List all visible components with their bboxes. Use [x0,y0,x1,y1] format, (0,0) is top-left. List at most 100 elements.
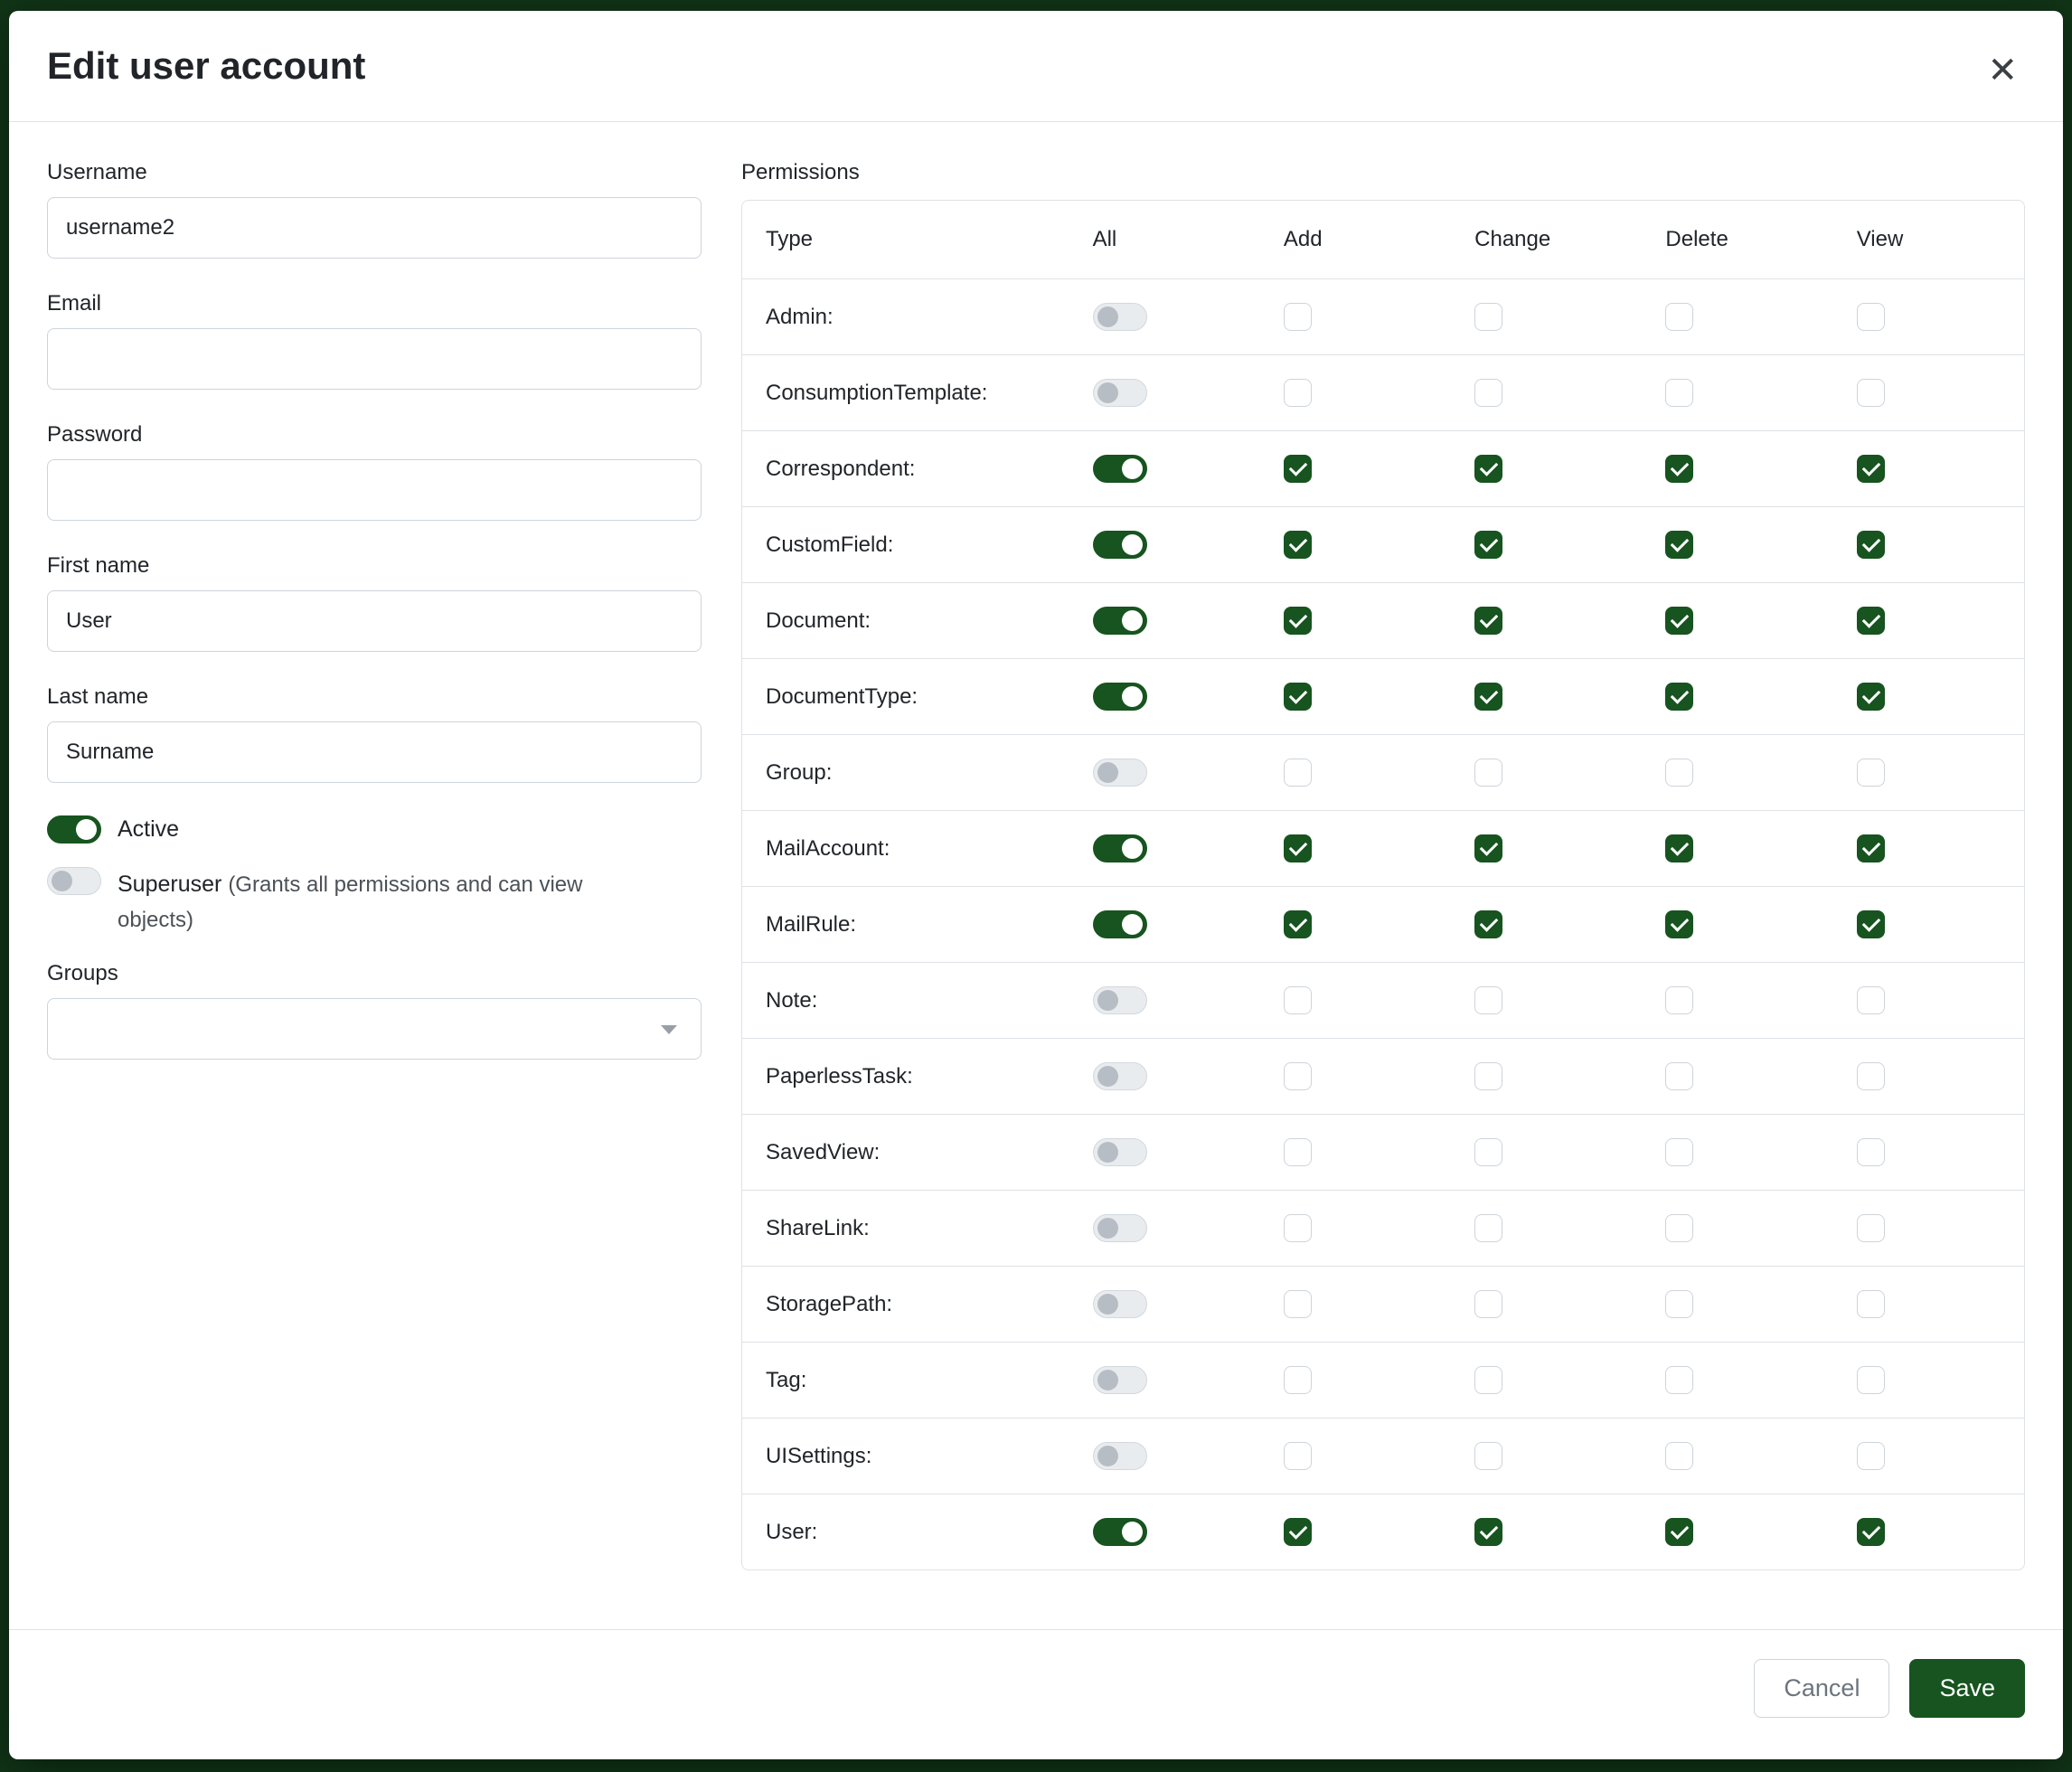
permission-all-toggle-mailrule[interactable] [1093,910,1147,938]
permission-add-checkbox-documenttype[interactable] [1284,683,1312,711]
permission-delete-checkbox-storagepath[interactable] [1665,1290,1693,1318]
password-input[interactable] [47,459,702,521]
permission-view-checkbox-user[interactable] [1857,1518,1885,1546]
permission-all-toggle-group[interactable] [1093,759,1147,787]
permission-change-checkbox-paperlesstask[interactable] [1474,1062,1502,1090]
superuser-toggle[interactable] [47,867,101,895]
permission-change-checkbox-note[interactable] [1474,986,1502,1014]
permission-add-checkbox-storagepath[interactable] [1284,1290,1312,1318]
close-icon[interactable] [1980,42,2025,90]
permission-delete-checkbox-consumptiontemplate[interactable] [1665,379,1693,407]
permission-view-checkbox-customfield[interactable] [1857,531,1885,559]
permission-add-checkbox-savedview[interactable] [1284,1138,1312,1166]
permission-delete-checkbox-note[interactable] [1665,986,1693,1014]
permission-delete-checkbox-group[interactable] [1665,759,1693,787]
permission-all-toggle-tag[interactable] [1093,1366,1147,1394]
permission-change-checkbox-savedview[interactable] [1474,1138,1502,1166]
permission-delete-checkbox-paperlesstask[interactable] [1665,1062,1693,1090]
permission-add-checkbox-tag[interactable] [1284,1366,1312,1394]
permission-view-checkbox-storagepath[interactable] [1857,1290,1885,1318]
permission-view-checkbox-correspondent[interactable] [1857,455,1885,483]
permission-delete-checkbox-documenttype[interactable] [1665,683,1693,711]
permission-all-toggle-savedview[interactable] [1093,1138,1147,1166]
permission-change-checkbox-storagepath[interactable] [1474,1290,1502,1318]
permission-delete-checkbox-admin[interactable] [1665,303,1693,331]
groups-select[interactable] [47,998,702,1060]
permission-type-label: DocumentType: [742,659,1069,735]
permission-view-checkbox-paperlesstask[interactable] [1857,1062,1885,1090]
permission-change-checkbox-mailrule[interactable] [1474,910,1502,938]
permission-view-checkbox-uisettings[interactable] [1857,1442,1885,1470]
permission-all-toggle-paperlesstask[interactable] [1093,1062,1147,1090]
permission-view-checkbox-tag[interactable] [1857,1366,1885,1394]
last-name-input[interactable] [47,721,702,783]
permission-add-checkbox-consumptiontemplate[interactable] [1284,379,1312,407]
permission-all-toggle-storagepath[interactable] [1093,1290,1147,1318]
permission-add-checkbox-user[interactable] [1284,1518,1312,1546]
permission-all-toggle-consumptiontemplate[interactable] [1093,379,1147,407]
permission-add-checkbox-sharelink[interactable] [1284,1214,1312,1242]
permission-add-checkbox-paperlesstask[interactable] [1284,1062,1312,1090]
permission-view-checkbox-note[interactable] [1857,986,1885,1014]
permission-change-checkbox-correspondent[interactable] [1474,455,1502,483]
permission-all-toggle-correspondent[interactable] [1093,455,1147,483]
permission-row-tag: Tag: [742,1343,2024,1419]
permission-change-checkbox-customfield[interactable] [1474,531,1502,559]
permission-change-checkbox-document[interactable] [1474,607,1502,635]
permission-add-checkbox-correspondent[interactable] [1284,455,1312,483]
permission-add-checkbox-mailaccount[interactable] [1284,834,1312,862]
permission-add-checkbox-mailrule[interactable] [1284,910,1312,938]
permission-delete-checkbox-uisettings[interactable] [1665,1442,1693,1470]
permission-delete-checkbox-savedview[interactable] [1665,1138,1693,1166]
permission-all-toggle-sharelink[interactable] [1093,1214,1147,1242]
email-input[interactable] [47,328,702,390]
permission-all-toggle-admin[interactable] [1093,303,1147,331]
permission-change-checkbox-group[interactable] [1474,759,1502,787]
permission-delete-checkbox-document[interactable] [1665,607,1693,635]
username-input[interactable] [47,197,702,259]
save-button[interactable]: Save [1909,1659,2025,1718]
permission-all-toggle-uisettings[interactable] [1093,1442,1147,1470]
permission-delete-checkbox-user[interactable] [1665,1518,1693,1546]
cancel-button[interactable]: Cancel [1754,1659,1889,1718]
permission-all-toggle-user[interactable] [1093,1518,1147,1546]
permission-view-checkbox-mailaccount[interactable] [1857,834,1885,862]
toggle-knob [76,819,97,840]
permission-delete-checkbox-mailaccount[interactable] [1665,834,1693,862]
permission-view-checkbox-document[interactable] [1857,607,1885,635]
permission-view-checkbox-group[interactable] [1857,759,1885,787]
permission-change-checkbox-uisettings[interactable] [1474,1442,1502,1470]
permission-add-checkbox-customfield[interactable] [1284,531,1312,559]
permission-view-checkbox-admin[interactable] [1857,303,1885,331]
permission-delete-checkbox-mailrule[interactable] [1665,910,1693,938]
permission-add-checkbox-group[interactable] [1284,759,1312,787]
permission-all-toggle-documenttype[interactable] [1093,683,1147,711]
permission-delete-checkbox-customfield[interactable] [1665,531,1693,559]
permission-change-checkbox-consumptiontemplate[interactable] [1474,379,1502,407]
permission-all-toggle-document[interactable] [1093,607,1147,635]
permission-change-checkbox-mailaccount[interactable] [1474,834,1502,862]
permission-delete-checkbox-sharelink[interactable] [1665,1214,1693,1242]
permission-view-checkbox-sharelink[interactable] [1857,1214,1885,1242]
permission-all-toggle-note[interactable] [1093,986,1147,1014]
permission-change-checkbox-sharelink[interactable] [1474,1214,1502,1242]
permission-delete-checkbox-correspondent[interactable] [1665,455,1693,483]
permission-delete-checkbox-tag[interactable] [1665,1366,1693,1394]
permission-change-checkbox-admin[interactable] [1474,303,1502,331]
permission-all-toggle-mailaccount[interactable] [1093,834,1147,862]
permission-view-checkbox-mailrule[interactable] [1857,910,1885,938]
permission-add-checkbox-document[interactable] [1284,607,1312,635]
permission-change-checkbox-documenttype[interactable] [1474,683,1502,711]
permission-change-checkbox-user[interactable] [1474,1518,1502,1546]
permission-view-checkbox-documenttype[interactable] [1857,683,1885,711]
permission-view-checkbox-savedview[interactable] [1857,1138,1885,1166]
first-name-input[interactable] [47,590,702,652]
active-toggle[interactable] [47,815,101,844]
permission-all-toggle-customfield[interactable] [1093,531,1147,559]
permission-change-checkbox-tag[interactable] [1474,1366,1502,1394]
permission-type-label: Tag: [742,1343,1069,1419]
permission-add-checkbox-admin[interactable] [1284,303,1312,331]
permission-add-checkbox-note[interactable] [1284,986,1312,1014]
permission-view-checkbox-consumptiontemplate[interactable] [1857,379,1885,407]
permission-add-checkbox-uisettings[interactable] [1284,1442,1312,1470]
